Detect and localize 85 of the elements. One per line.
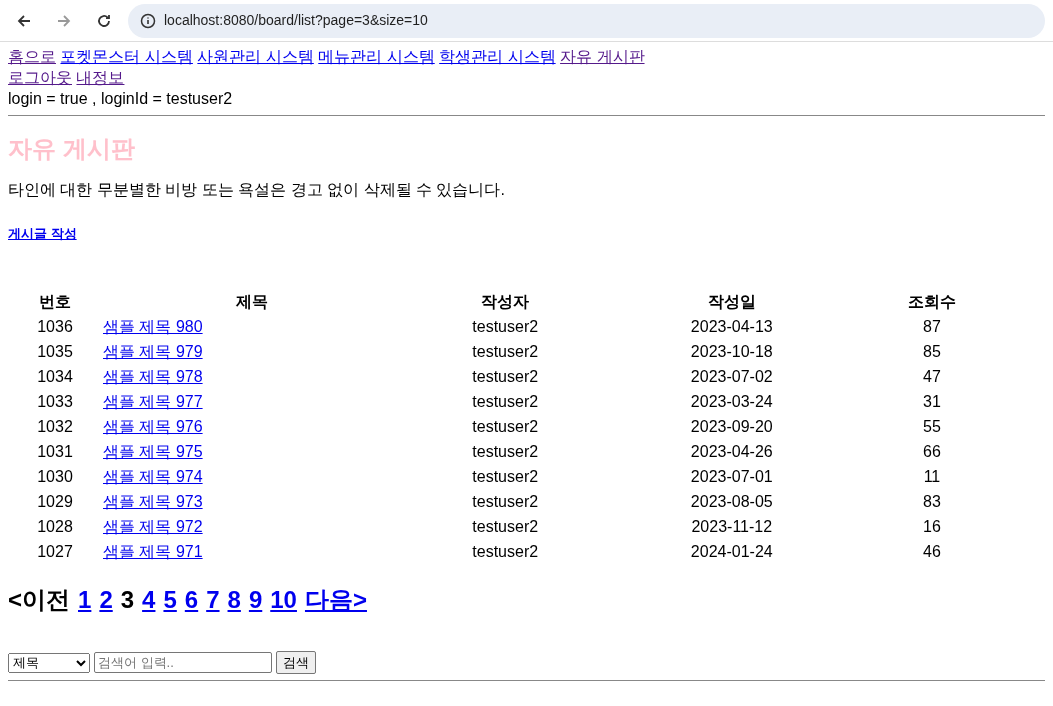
table-cell: 2023-10-18 [690, 343, 773, 360]
table-cell: 1028 [37, 518, 73, 535]
table-cell: 1034 [37, 368, 73, 385]
table-cell: testuser2 [472, 318, 539, 335]
table-cell: testuser2 [472, 493, 539, 510]
table-cell: 1033 [37, 393, 73, 410]
post-title-link[interactable]: 샘플 제목 974 [103, 468, 203, 485]
write-post-link[interactable]: 게시글 작성 [8, 226, 77, 241]
column-header: 번호 [38, 292, 72, 312]
table-cell: 2023-07-01 [690, 468, 773, 485]
table-cell: 1029 [37, 493, 73, 510]
column-header: 제목 [235, 292, 270, 312]
table-cell: 1036 [37, 318, 73, 335]
page-link[interactable]: 9 [248, 585, 263, 615]
table-cell: 16 [923, 518, 941, 535]
post-title-link[interactable]: 샘플 제목 971 [103, 543, 203, 560]
table-cell: 2024-01-24 [690, 543, 773, 560]
post-title-link[interactable]: 샘플 제목 980 [103, 318, 203, 335]
page-link[interactable]: 1 [78, 585, 92, 615]
table-cell: 1032 [37, 418, 73, 435]
table-cell: 66 [923, 443, 941, 460]
current-page: 3 [120, 585, 135, 615]
table-cell: 2023-11-12 [691, 518, 773, 535]
page-link[interactable]: 7 [206, 585, 220, 615]
page-title: 자유 게시판 [8, 138, 136, 159]
table-cell: 31 [923, 393, 941, 410]
page-link[interactable]: 10 [270, 585, 297, 615]
table-cell: 1035 [37, 343, 73, 360]
page-link[interactable]: 4 [142, 585, 156, 615]
table-cell: testuser2 [472, 543, 539, 560]
table-cell: 47 [923, 368, 941, 385]
search-type-select[interactable]: 제목 [8, 652, 90, 673]
next-page-link[interactable]: 다음> [304, 585, 367, 615]
url-text: localhost:8080/board/list?page=3&size=10 [164, 11, 428, 30]
table-cell: 2023-04-26 [690, 443, 773, 460]
table-cell: 46 [923, 543, 941, 560]
nav-link[interactable]: 포켓몬스터 시스템 [60, 48, 193, 65]
table-cell: 83 [923, 493, 941, 510]
nav-link[interactable]: 홈으로 [8, 48, 56, 65]
nav-link[interactable]: 메뉴관리 시스템 [318, 48, 435, 65]
post-title-link[interactable]: 샘플 제목 973 [103, 493, 203, 510]
post-title-link[interactable]: 샘플 제목 978 [103, 368, 203, 385]
prev-page-label: <이전 [8, 585, 70, 615]
table-cell: 1031 [37, 443, 73, 460]
column-header: 작성자 [480, 292, 531, 312]
table-cell: 1030 [37, 468, 73, 485]
table-cell: 2023-09-20 [690, 418, 773, 435]
post-title-link[interactable]: 샘플 제목 977 [103, 393, 203, 410]
table-cell: testuser2 [472, 468, 539, 485]
address-bar[interactable]: localhost:8080/board/list?page=3&size=10 [128, 3, 1045, 38]
page-link[interactable]: 2 [99, 585, 113, 615]
search-button[interactable]: 검색 [276, 651, 316, 674]
table-cell: 55 [923, 418, 941, 435]
table-cell: testuser2 [472, 443, 539, 460]
nav-link[interactable]: 자유 게시판 [560, 48, 645, 65]
table-cell: 11 [923, 468, 941, 485]
login-status: login = true , loginId = testuser2 [8, 89, 234, 109]
table-cell: 2023-04-13 [690, 318, 773, 335]
table-cell: 87 [923, 318, 941, 335]
column-header: 작성일 [706, 292, 757, 312]
table-cell: 85 [923, 343, 941, 360]
table-cell: 2023-03-24 [690, 393, 773, 410]
page-link[interactable]: 5 [163, 585, 177, 615]
post-title-link[interactable]: 샘플 제목 975 [103, 443, 203, 460]
column-header: 조회수 [906, 292, 957, 312]
table-cell: testuser2 [472, 393, 539, 410]
page-link[interactable]: 8 [227, 585, 241, 615]
post-title-link[interactable]: 샘플 제목 976 [103, 418, 203, 435]
table-cell: testuser2 [472, 343, 539, 360]
post-title-link[interactable]: 샘플 제목 979 [103, 343, 203, 360]
notice-text: 타인에 대한 무분별한 비방 또는 욕설은 경고 없이 삭제될 수 있습니다. [8, 180, 506, 200]
search-input[interactable]: 검색어 입력.. [94, 652, 272, 673]
nav-link[interactable]: 사원관리 시스템 [197, 48, 314, 65]
table-cell: testuser2 [472, 518, 539, 535]
table-cell: 1027 [37, 543, 73, 560]
page-link[interactable]: 6 [184, 585, 199, 615]
nav-link[interactable]: 로그아웃 [8, 69, 72, 86]
nav-link[interactable]: 학생관리 시스템 [439, 48, 556, 65]
table-cell: 2023-07-02 [690, 368, 773, 385]
table-cell: 2023-08-05 [690, 493, 773, 510]
nav-link[interactable]: 내정보 [76, 69, 125, 86]
table-cell: testuser2 [472, 368, 539, 385]
post-title-link[interactable]: 샘플 제목 972 [103, 518, 203, 535]
table-cell: testuser2 [472, 418, 539, 435]
info-icon[interactable] [140, 12, 156, 29]
